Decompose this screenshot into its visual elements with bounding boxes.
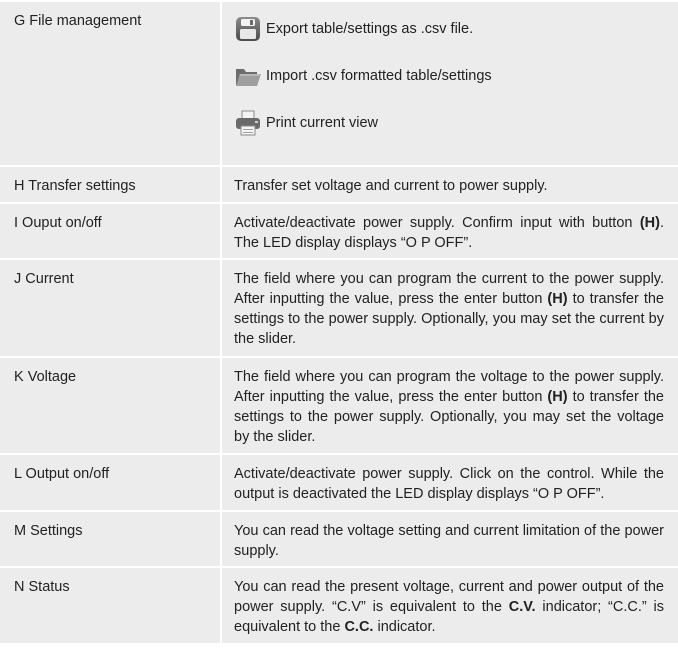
row-description: You can read the present voltage, curren… [234, 579, 664, 635]
table-row-settings: M Settings You can read the voltage sett… [0, 510, 678, 568]
table-row-output-on-off-i: I Ouput on/off Activate/deactivate power… [0, 202, 678, 260]
row-description: The field where you can program the curr… [234, 271, 665, 347]
row-label: N Status [14, 579, 70, 595]
row-label-cell: L Output on/off [0, 453, 222, 512]
row-description-cell: The field where you can program the volt… [221, 356, 678, 455]
row-label: J Current [14, 271, 74, 287]
row-description: Transfer set voltage and current to powe… [234, 178, 548, 194]
row-label-cell: M Settings [0, 510, 222, 568]
row-description-cell: The field where you can program the curr… [221, 258, 678, 358]
save-disk-icon [234, 15, 262, 43]
row-description-cell: Export table/settings as .csv file. Impo… [221, 0, 678, 167]
row-label: G File management [14, 13, 142, 29]
import-csv-label: Import .csv formatted table/settings [266, 68, 492, 84]
export-csv-label: Export table/settings as .csv file. [266, 21, 474, 37]
printer-icon [234, 109, 262, 137]
function-description-table: G File management Export table/settings … [0, 0, 678, 645]
print-view-label: Print current view [266, 115, 379, 131]
row-description: Activate/deactivate power supply. Confir… [234, 215, 664, 251]
print-view-item: Print current view [234, 109, 664, 137]
row-description-cell: Activate/deactivate power supply. Click … [221, 453, 678, 512]
table-row-file-management: G File management Export table/settings … [0, 0, 678, 167]
row-label: H Transfer settings [14, 178, 136, 194]
table-row-transfer-settings: H Transfer settings Transfer set voltage… [0, 165, 678, 204]
row-label-cell: K Voltage [0, 356, 222, 455]
row-description-cell: You can read the present voltage, curren… [221, 566, 678, 645]
row-description-cell: Activate/deactivate power supply. Confir… [221, 202, 678, 260]
table-row-status: N Status You can read the present voltag… [0, 566, 678, 645]
row-label-cell: N Status [0, 566, 222, 645]
table-row-voltage: K Voltage The field where you can progra… [0, 356, 678, 455]
row-description: The field where you can program the volt… [234, 369, 665, 445]
row-label-cell: J Current [0, 258, 222, 358]
row-label-cell: H Transfer settings [0, 165, 222, 204]
row-description-cell: You can read the voltage setting and cur… [221, 510, 678, 568]
row-label: M Settings [14, 523, 83, 539]
row-label: I Ouput on/off [14, 215, 102, 231]
row-label: L Output on/off [14, 466, 110, 482]
row-description-cell: Transfer set voltage and current to powe… [221, 165, 678, 204]
import-csv-item: Import .csv formatted table/settings [234, 62, 664, 90]
row-label-cell: G File management [0, 0, 222, 167]
row-description: Activate/deactivate power supply. Click … [234, 466, 664, 502]
table-row-current: J Current The field where you can progra… [0, 258, 678, 358]
table-row-output-on-off-l: L Output on/off Activate/deactivate powe… [0, 453, 678, 512]
row-description: You can read the voltage setting and cur… [234, 523, 664, 559]
export-csv-item: Export table/settings as .csv file. [234, 15, 664, 43]
row-label: K Voltage [14, 369, 77, 385]
open-folder-icon [234, 62, 262, 90]
row-label-cell: I Ouput on/off [0, 202, 222, 260]
